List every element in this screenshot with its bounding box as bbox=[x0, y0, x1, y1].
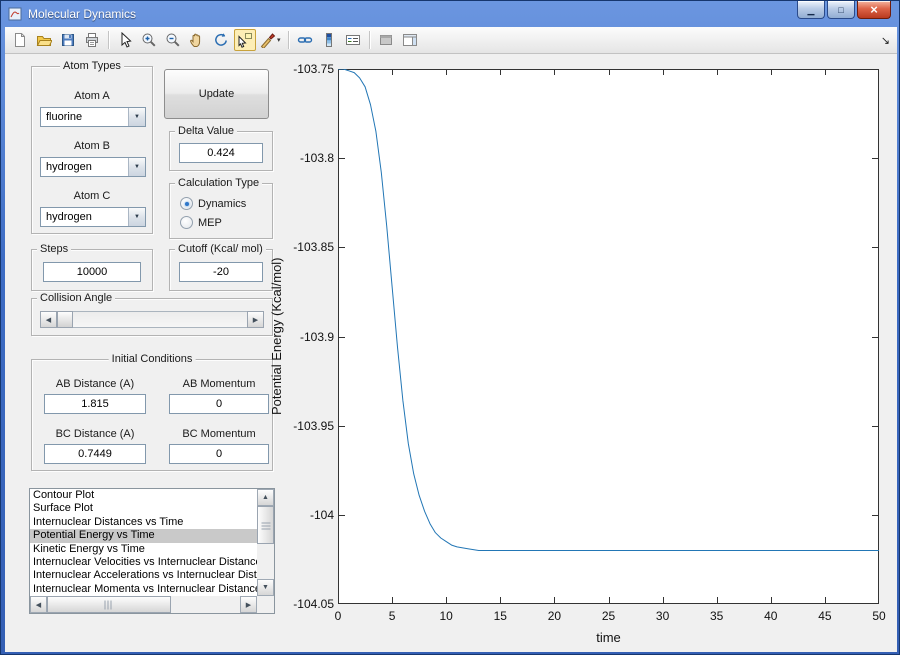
maximize-icon: □ bbox=[838, 4, 844, 15]
zoom-in-icon bbox=[141, 32, 157, 48]
y-tick-label: -103.85 bbox=[293, 240, 334, 255]
x-tick-label: 15 bbox=[493, 609, 507, 623]
x-tick-label: 20 bbox=[547, 609, 562, 623]
zoom-in-button[interactable] bbox=[138, 29, 160, 51]
x-tick-label: 25 bbox=[601, 609, 616, 623]
plot-svg bbox=[338, 68, 880, 605]
application-window: Molecular Dynamics ▁ □ × ▾ ↘ Atom Types Ato… bbox=[0, 0, 900, 655]
x-axis-label: time bbox=[596, 630, 621, 645]
window-title: Molecular Dynamics bbox=[28, 7, 137, 21]
close-icon: × bbox=[870, 1, 878, 17]
edit-plot-button[interactable] bbox=[114, 29, 136, 51]
brush-dropdown-caret-icon[interactable]: ▾ bbox=[277, 36, 281, 44]
client-area: ▾ ↘ Atom Types Atom A fluorine ▼ Atom B h… bbox=[5, 27, 897, 652]
pan-icon bbox=[189, 32, 205, 48]
x-tick-label: 5 bbox=[388, 609, 396, 623]
x-tick-label: 40 bbox=[764, 609, 778, 623]
new-figure-icon bbox=[12, 32, 28, 48]
pan-button[interactable] bbox=[186, 29, 208, 51]
hide-plot-tools-icon bbox=[378, 32, 394, 48]
insert-legend-icon bbox=[345, 32, 361, 48]
print-figure-icon bbox=[84, 32, 100, 48]
x-tick-label: 30 bbox=[655, 609, 670, 623]
titlebar[interactable]: Molecular Dynamics ▁ □ × bbox=[1, 1, 899, 27]
minimize-button[interactable]: ▁ bbox=[797, 1, 825, 19]
y-tick-label: -103.8 bbox=[299, 151, 334, 166]
y-tick-label: -104.05 bbox=[293, 597, 334, 611]
toolbar-separator bbox=[287, 31, 289, 49]
brush-icon bbox=[260, 32, 276, 48]
close-button[interactable]: × bbox=[857, 1, 891, 19]
app-icon bbox=[7, 6, 23, 22]
y-tick-label: -103.75 bbox=[293, 62, 334, 76]
window-controls: ▁ □ × bbox=[797, 1, 891, 19]
y-tick-label: -103.95 bbox=[293, 418, 334, 433]
toolbar-separator bbox=[368, 31, 370, 49]
hide-plot-tools-button[interactable] bbox=[375, 29, 397, 51]
show-plot-tools-icon bbox=[402, 32, 418, 48]
link-plot-button[interactable] bbox=[294, 29, 316, 51]
open-file-icon bbox=[36, 32, 52, 48]
zoom-out-button[interactable] bbox=[162, 29, 184, 51]
brush-button[interactable]: ▾ bbox=[258, 29, 283, 51]
new-figure-button[interactable] bbox=[9, 29, 31, 51]
rotate-3d-button[interactable] bbox=[210, 29, 232, 51]
zoom-out-icon bbox=[165, 32, 181, 48]
link-plot-icon bbox=[297, 32, 313, 48]
plot-area: time Potential Energy (Kcal/mol) 0 5 10 15 2… bbox=[5, 54, 897, 652]
toolbar: ▾ ↘ bbox=[5, 27, 897, 54]
rotate-3d-icon bbox=[213, 32, 229, 48]
figure-area: Atom Types Atom A fluorine ▼ Atom B hydr… bbox=[5, 54, 897, 652]
dock-figure-icon[interactable]: ↘ bbox=[881, 34, 890, 47]
x-tick-label: 10 bbox=[439, 609, 453, 623]
maximize-button[interactable]: □ bbox=[827, 1, 855, 19]
insert-colorbar-button[interactable] bbox=[318, 29, 340, 51]
save-figure-icon bbox=[60, 32, 76, 48]
x-tick-label: 45 bbox=[818, 609, 832, 623]
save-figure-button[interactable] bbox=[57, 29, 79, 51]
print-figure-button[interactable] bbox=[81, 29, 103, 51]
insert-colorbar-icon bbox=[321, 32, 337, 48]
minimize-icon: ▁ bbox=[807, 4, 815, 15]
y-tick-label: -104 bbox=[309, 507, 334, 522]
data-cursor-icon bbox=[237, 32, 253, 48]
y-axis-label: Potential Energy (Kcal/mol) bbox=[269, 257, 284, 416]
open-file-button[interactable] bbox=[33, 29, 55, 51]
x-tick-label: 50 bbox=[872, 609, 886, 623]
data-cursor-button[interactable] bbox=[234, 29, 256, 51]
insert-legend-button[interactable] bbox=[342, 29, 364, 51]
plot-canvas[interactable] bbox=[338, 68, 880, 605]
toolbar-separator bbox=[108, 31, 109, 49]
y-tick-label: -103.9 bbox=[299, 329, 334, 344]
show-plot-tools-button[interactable] bbox=[399, 29, 421, 51]
edit-plot-icon bbox=[117, 32, 133, 48]
x-tick-label: 0 bbox=[334, 609, 342, 623]
x-tick-label: 35 bbox=[710, 609, 724, 623]
